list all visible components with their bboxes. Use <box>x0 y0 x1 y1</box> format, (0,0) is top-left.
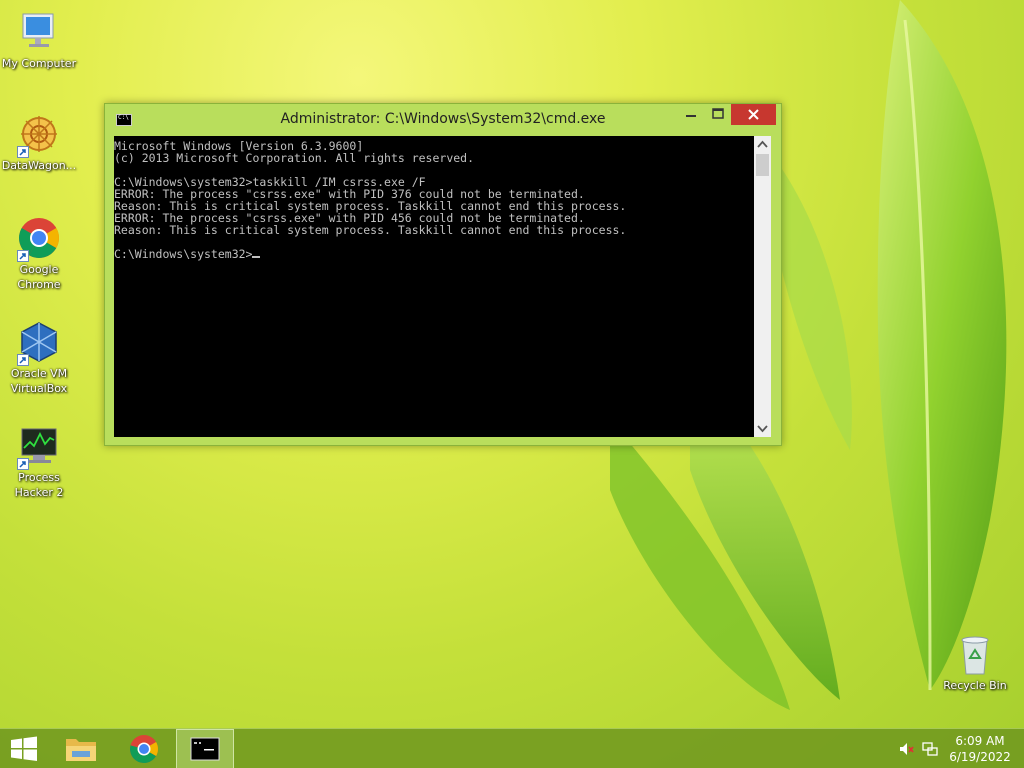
chevron-down-icon <box>757 425 768 433</box>
maximize-icon <box>712 108 724 119</box>
desktop-icon-google-chrome[interactable]: Google Chrome <box>0 216 78 292</box>
folder-icon <box>66 739 96 761</box>
desktop-icon-my-computer[interactable]: My Computer <box>0 10 78 71</box>
shortcut-arrow-icon <box>17 146 29 158</box>
console-prompt: C:\Windows\system32> <box>114 247 253 261</box>
desktop-icon-label: DataWagon... <box>1 159 77 172</box>
process-hacker-icon <box>17 424 61 470</box>
desktop-icon-label: Process Hacker 2 <box>14 471 64 499</box>
console-text: Microsoft Windows [Version 6.3.9600] (c)… <box>114 136 754 260</box>
chrome-icon <box>17 216 61 262</box>
console-line: (c) 2013 Microsoft Corporation. All righ… <box>114 151 475 165</box>
taskbar-cmd[interactable] <box>176 729 234 768</box>
close-button[interactable] <box>731 104 776 125</box>
desktop-icon-label: My Computer <box>1 57 77 70</box>
network-icon[interactable] <box>922 741 938 757</box>
console-line: Reason: This is critical system process.… <box>114 223 627 237</box>
datawagon-icon <box>17 112 61 158</box>
vertical-scrollbar[interactable] <box>754 136 771 437</box>
chevron-up-icon <box>757 140 768 148</box>
scroll-thumb[interactable] <box>756 154 769 176</box>
scroll-up-button[interactable] <box>754 136 771 153</box>
desktop: My Computer DataWagon... Google Chrome O… <box>0 0 1024 768</box>
volume-muted-icon[interactable] <box>898 741 914 757</box>
chrome-icon <box>130 735 158 763</box>
maximize-button[interactable] <box>705 104 731 125</box>
scroll-down-button[interactable] <box>754 420 771 437</box>
desktop-icon-label: Google Chrome <box>17 263 61 291</box>
shortcut-arrow-icon <box>17 458 29 470</box>
taskbar-clock[interactable]: 6:09 AM 6/19/2022 <box>944 733 1016 765</box>
shortcut-arrow-icon <box>17 354 29 366</box>
cmd-icon <box>190 737 220 761</box>
minimize-icon <box>686 115 696 117</box>
start-button[interactable] <box>0 729 48 768</box>
console-output[interactable]: Microsoft Windows [Version 6.3.9600] (c)… <box>114 136 754 437</box>
desktop-icon-datawagon[interactable]: DataWagon... <box>0 112 78 173</box>
clock-time: 6:09 AM <box>955 734 1005 748</box>
desktop-icon-label: Recycle Bin <box>943 679 1007 692</box>
desktop-icon-virtualbox[interactable]: Oracle VM VirtualBox <box>0 320 78 396</box>
taskbar-chrome[interactable] <box>118 729 170 768</box>
close-icon <box>748 109 759 120</box>
computer-icon <box>17 10 61 54</box>
shortcut-arrow-icon <box>17 250 29 262</box>
taskbar: 6:09 AM 6/19/2022 <box>0 728 1024 768</box>
desktop-icon-process-hacker[interactable]: Process Hacker 2 <box>0 424 78 500</box>
clock-date: 6/19/2022 <box>949 750 1011 764</box>
recycle-bin-icon <box>953 632 997 676</box>
text-cursor <box>252 256 261 258</box>
virtualbox-icon <box>17 320 61 366</box>
cmd-window[interactable]: C:\ Administrator: C:\Windows\System32\c… <box>104 103 782 446</box>
desktop-icon-recycle-bin[interactable]: Recycle Bin <box>936 632 1014 693</box>
desktop-icon-label: Oracle VM VirtualBox <box>10 367 68 395</box>
taskbar-file-explorer[interactable] <box>56 729 106 768</box>
minimize-button[interactable] <box>677 104 705 125</box>
windows-logo-icon <box>11 736 37 761</box>
cmd-titlebar[interactable]: C:\ Administrator: C:\Windows\System32\c… <box>105 104 781 136</box>
